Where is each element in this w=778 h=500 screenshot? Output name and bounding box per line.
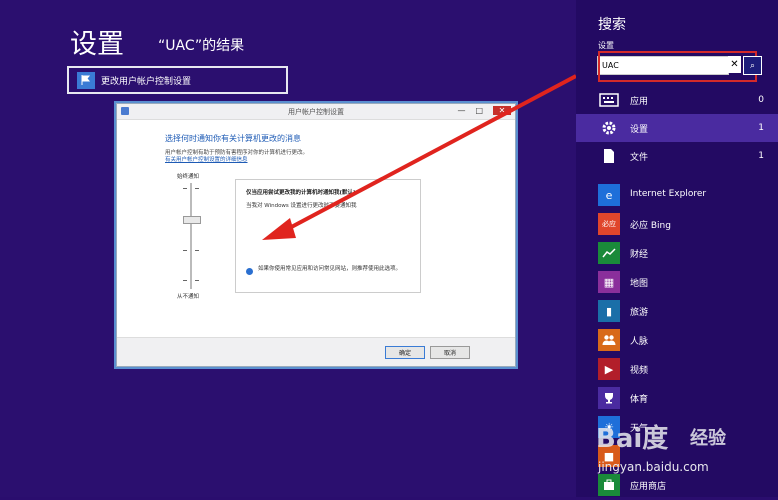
document-icon (598, 146, 620, 166)
annotation-arrow-icon (262, 74, 576, 240)
search-scope-label: 设置 (598, 41, 614, 50)
category-count: 1 (758, 123, 764, 133)
watermark-logo: Bai度 (596, 424, 669, 454)
app-travel[interactable]: ▮ 旅游 (576, 298, 778, 326)
app-label: 财经 (630, 250, 649, 260)
app-label: 必应 Bing (630, 221, 671, 231)
app-label: Internet Explorer (630, 189, 707, 199)
app-label: 体育 (630, 395, 649, 405)
app-sports[interactable]: 体育 (576, 385, 778, 413)
app-label: 旅游 (630, 308, 649, 318)
app-video[interactable]: ▶ 视频 (576, 356, 778, 384)
category-files[interactable]: 文件 1 (576, 142, 778, 170)
travel-icon: ▮ (598, 300, 620, 322)
app-maps[interactable]: ▦ 地图 (576, 269, 778, 297)
video-icon: ▶ (598, 358, 620, 380)
category-apps[interactable]: 应用 0 (576, 86, 778, 114)
category-label: 文件 (630, 152, 649, 163)
people-icon (598, 329, 620, 351)
keyboard-icon (598, 90, 620, 110)
category-settings[interactable]: 设置 1 (576, 114, 778, 142)
category-count: 0 (758, 95, 764, 105)
maps-icon: ▦ (598, 271, 620, 293)
clear-search-button[interactable]: ✕ (728, 56, 741, 73)
ie-icon: e (598, 184, 620, 206)
bing-icon: 必应 (598, 213, 620, 235)
watermark-brand: 经验 (690, 428, 726, 449)
sports-icon (598, 387, 620, 409)
app-label: 视频 (630, 366, 649, 376)
search-results-pane: 设置 “UAC”的结果 更改用户帐户控制设置 用户帐户控制设置 — □ ✕ 选择… (0, 0, 576, 497)
category-label: 应用 (630, 96, 649, 107)
app-people[interactable]: 人脉 (576, 327, 778, 355)
baidu-jingyan-watermark: Bai度 经验 jingyan.baidu.com (596, 418, 756, 482)
app-label: 地图 (630, 279, 649, 289)
app-internet-explorer[interactable]: e Internet Explorer (576, 182, 778, 210)
gear-icon (598, 118, 620, 138)
app-finance[interactable]: 财经 (576, 240, 778, 268)
charm-title: 搜索 (598, 17, 626, 33)
search-go-button[interactable]: ⌕ (743, 56, 762, 75)
app-bing[interactable]: 必应 必应 Bing (576, 211, 778, 239)
app-label: 人脉 (630, 337, 649, 347)
category-count: 1 (758, 151, 764, 161)
category-label: 设置 (630, 124, 649, 135)
watermark-url: jingyan.baidu.com (598, 460, 709, 474)
finance-icon (598, 242, 620, 264)
